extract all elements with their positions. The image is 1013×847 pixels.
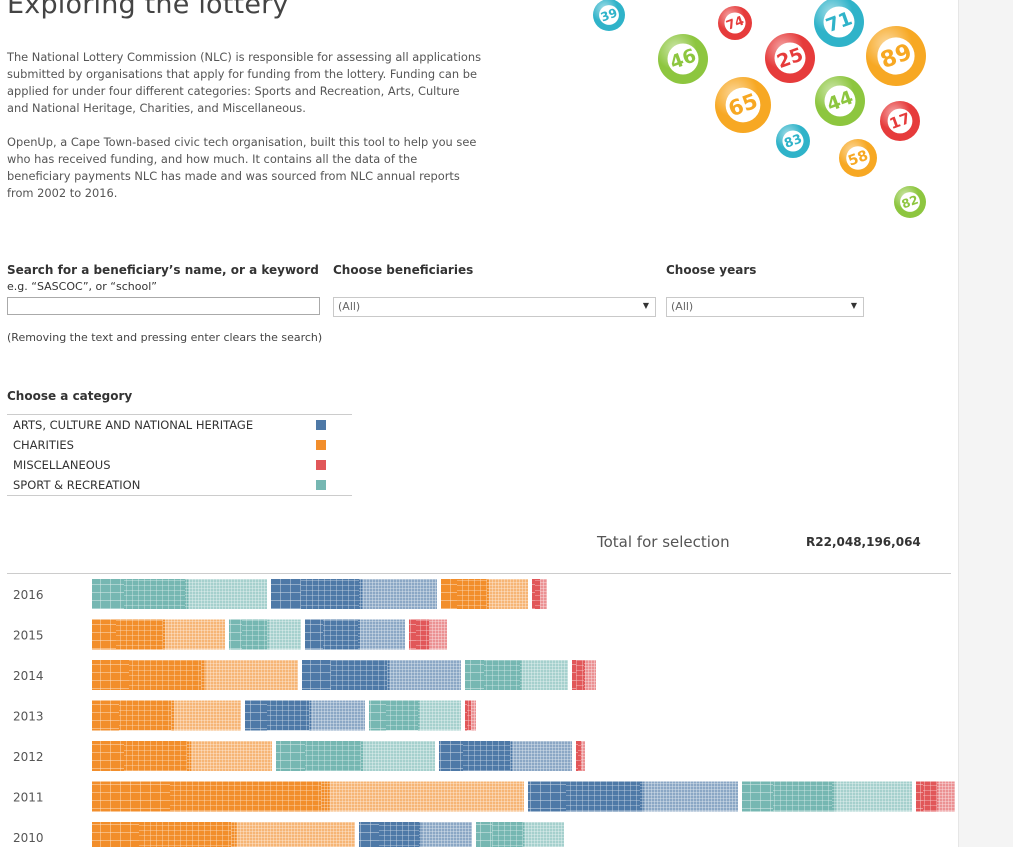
treemap-bar-segment[interactable] xyxy=(229,619,301,650)
treemap-bar-segment[interactable] xyxy=(409,619,447,650)
treemap-bar-segment[interactable] xyxy=(476,822,564,847)
treemap-bar-segment[interactable] xyxy=(276,741,435,771)
treemap-bar-segment[interactable] xyxy=(92,579,267,609)
year-label: 2015 xyxy=(13,629,44,643)
treemap-bar-segment[interactable] xyxy=(576,741,585,771)
treemap-bar-segment[interactable] xyxy=(369,700,461,731)
treemap-bar-segment[interactable] xyxy=(742,781,912,812)
scroll-region[interactable] xyxy=(958,0,1013,847)
treemap-bar-segment[interactable] xyxy=(465,660,568,690)
treemap-bar-segment[interactable] xyxy=(92,660,298,690)
dashboard: Exploring the lottery The National Lotte… xyxy=(0,0,958,847)
year-label: 2010 xyxy=(13,831,44,845)
treemap-bar-segment[interactable] xyxy=(916,781,955,812)
treemap-bar-segment[interactable] xyxy=(465,700,476,731)
year-label: 2016 xyxy=(13,588,44,602)
treemap-bar-segment[interactable] xyxy=(305,619,405,650)
treemap-bar-segment[interactable] xyxy=(92,741,272,771)
treemap-bar-segment[interactable] xyxy=(532,579,547,609)
treemap-bar-segment[interactable] xyxy=(572,660,596,690)
treemap-bar-segment[interactable] xyxy=(92,619,225,650)
treemap-bar-segment[interactable] xyxy=(439,741,572,771)
treemap-bar-segment[interactable] xyxy=(359,822,472,847)
treemap-bar-segment[interactable] xyxy=(92,781,524,812)
treemap-bar-segment[interactable] xyxy=(528,781,738,812)
treemap-bar-segment[interactable] xyxy=(92,822,355,847)
year-label: 2012 xyxy=(13,750,44,764)
treemap-bar-segment[interactable] xyxy=(245,700,365,731)
treemap-bar-segment[interactable] xyxy=(302,660,461,690)
funding-chart: 2016 2015 2014 2013 2012 2011 2010 xyxy=(13,579,955,847)
treemap-bar-segment[interactable] xyxy=(271,579,437,609)
treemap-bar-segment[interactable] xyxy=(92,700,241,731)
treemap-bar-segment[interactable] xyxy=(441,579,528,609)
year-label: 2013 xyxy=(13,710,44,724)
year-label: 2014 xyxy=(13,669,44,683)
year-label: 2011 xyxy=(13,791,44,805)
